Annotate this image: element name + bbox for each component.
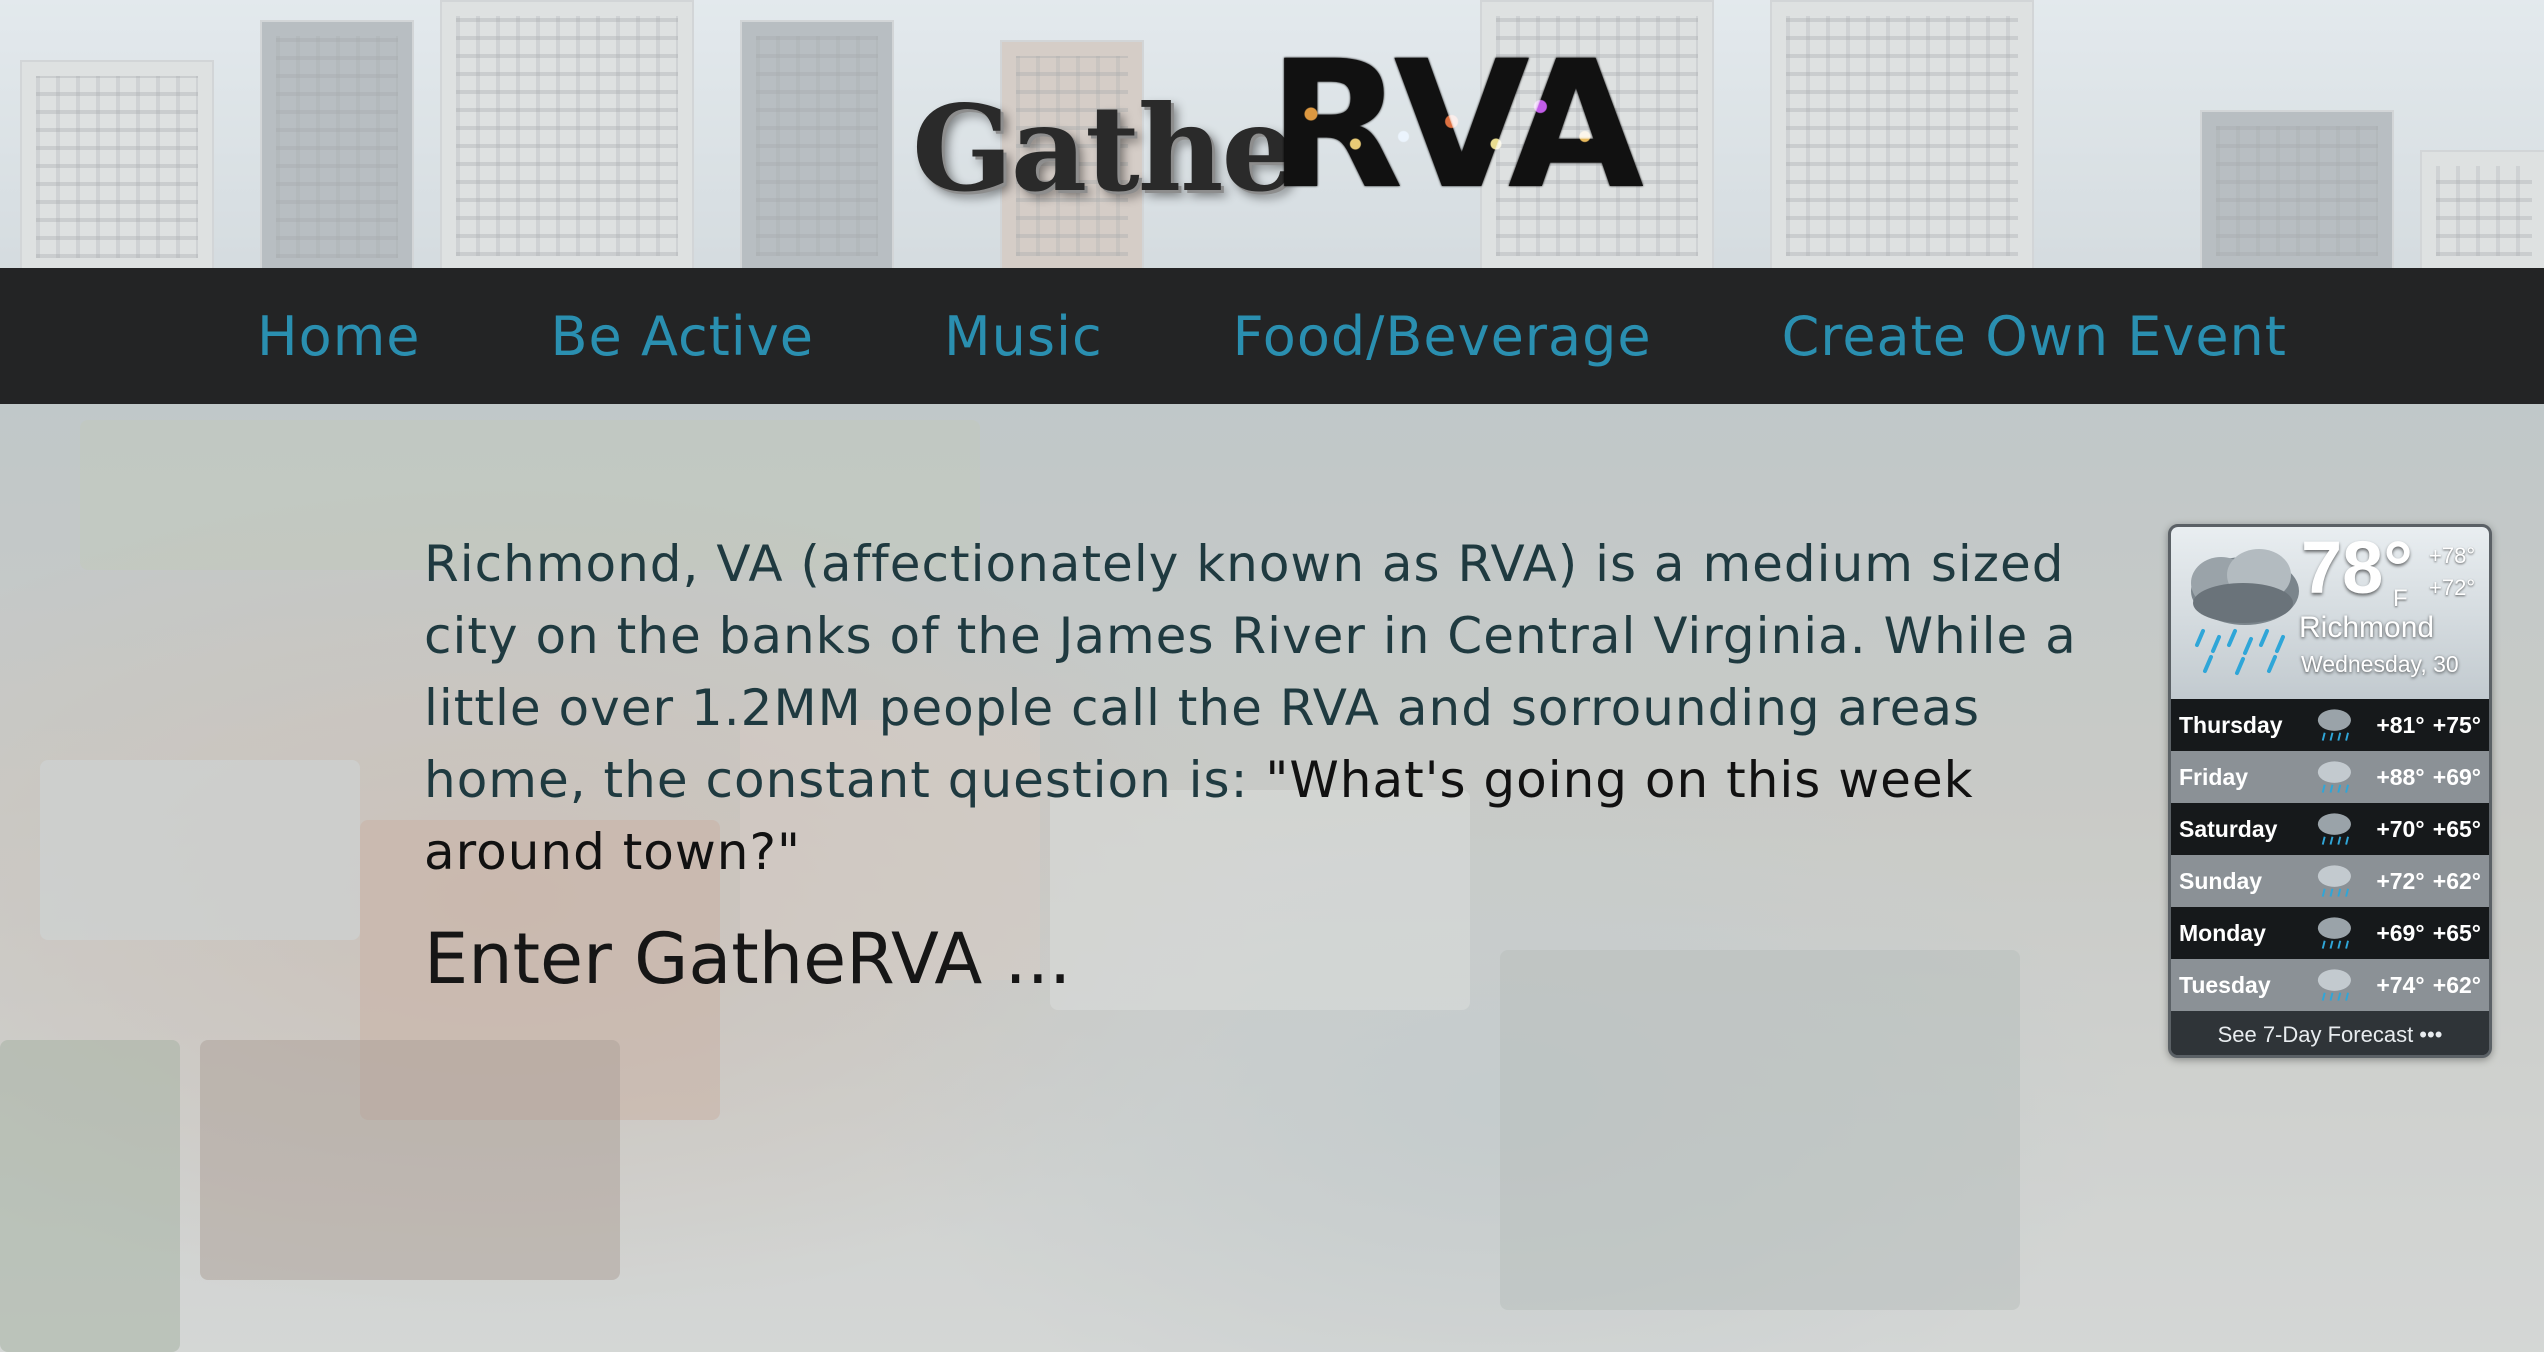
nav-food-beverage[interactable]: Food/Beverage [1233, 305, 1652, 368]
forecast-row: Monday +69° +65° [2171, 907, 2489, 959]
forecast-high: +74° [2376, 971, 2425, 998]
rain-cloud-icon [2318, 917, 2352, 949]
rain-cloud-icon [2318, 813, 2352, 845]
weather-date: Wednesday, 30 [2301, 651, 2459, 677]
forecast-day: Friday [2179, 763, 2249, 790]
weather-unit: F [2393, 585, 2408, 612]
see-7-day-forecast-link[interactable]: See 7-Day Forecast ••• [2171, 1011, 2489, 1055]
forecast-row: Sunday +72° +62° [2171, 855, 2489, 907]
forecast-day: Monday [2179, 919, 2266, 946]
forecast-day: Tuesday [2179, 971, 2271, 998]
rain-cloud-icon [2191, 549, 2299, 675]
rain-cloud-icon [2318, 969, 2352, 1001]
forecast-low: +65° [2432, 815, 2481, 842]
intro-paragraph: Richmond, VA (affectionately known as RV… [424, 528, 2084, 888]
forecast-row: Friday +88° +69° [2171, 751, 2489, 803]
weather-widget[interactable]: 78° F +78° +72° Richmond Wednesday, 30 T… [2168, 524, 2492, 1058]
forecast-day: Sunday [2179, 867, 2263, 894]
forecast-row: Tuesday +74° +62° [2171, 959, 2489, 1011]
nav-home[interactable]: Home [257, 305, 420, 368]
logo-block-text: RVA [1268, 23, 1644, 228]
forecast-high: +69° [2376, 919, 2425, 946]
rain-cloud-icon [2318, 761, 2352, 793]
site-logo[interactable]: Gathe RVA [912, 38, 1652, 218]
forecast-high: +81° [2376, 711, 2425, 738]
forecast-high: +72° [2376, 867, 2425, 894]
enter-heading: Enter GatheRVA ... [424, 918, 1072, 1000]
main-nav: Home Be Active Music Food/Beverage Creat… [0, 268, 2544, 404]
forecast-day: Saturday [2179, 815, 2278, 842]
forecast-row: Saturday +70° +65° [2171, 803, 2489, 855]
forecast-day: Thursday [2179, 711, 2283, 738]
forecast-row: Thursday +81° +75° [2171, 699, 2489, 751]
page: Gathe RVA Home Be Active Music Food/Beve… [0, 0, 2544, 1352]
weather-today-high: +78° [2429, 543, 2476, 568]
forecast-low: +65° [2432, 919, 2481, 946]
forecast-high: +88° [2376, 763, 2425, 790]
forecast-low: +75° [2432, 711, 2481, 738]
nav-music[interactable]: Music [944, 305, 1103, 368]
forecast-high: +70° [2376, 815, 2425, 842]
weather-today-low: +72° [2429, 575, 2476, 600]
forecast-low: +62° [2432, 867, 2481, 894]
nav-be-active[interactable]: Be Active [551, 305, 814, 368]
forecast-low: +62° [2432, 971, 2481, 998]
forecast-low: +69° [2432, 763, 2481, 790]
weather-current: 78° F +78° +72° Richmond Wednesday, 30 [2171, 527, 2489, 699]
rain-cloud-icon [2318, 709, 2352, 741]
nav-create-own-event[interactable]: Create Own Event [1782, 305, 2287, 368]
logo-script-text: Gathe [912, 79, 1297, 218]
rain-cloud-icon [2318, 865, 2352, 897]
weather-city: Richmond [2299, 611, 2435, 644]
